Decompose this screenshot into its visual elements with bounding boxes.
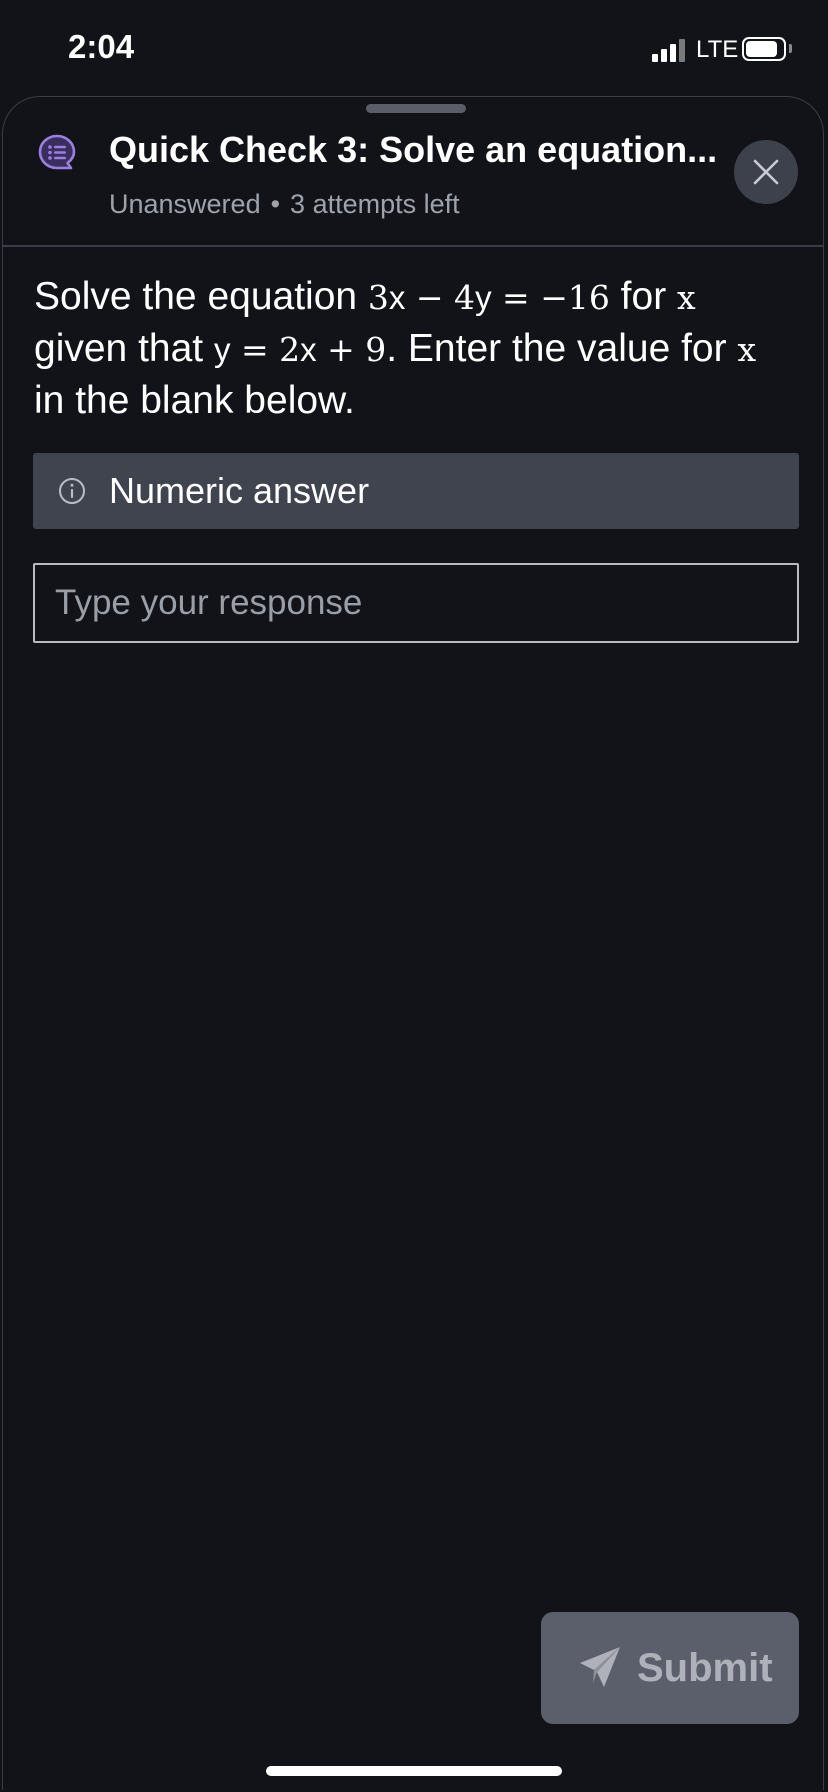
header-divider (3, 245, 823, 247)
equation-1-coef: 3 (367, 278, 389, 317)
equation-1-rest: = −16 (491, 278, 610, 317)
question-text-2: for (609, 275, 678, 318)
status-time: 2:04 (68, 28, 135, 65)
equation-1-op: − 4 (405, 278, 476, 317)
equation-2-var-y: y (213, 331, 231, 368)
submit-button[interactable]: Submit (541, 1612, 799, 1724)
question-text-1: Solve the equation (34, 275, 368, 318)
home-indicator[interactable] (266, 1766, 562, 1776)
equation-2: y = 2x + 9 (214, 330, 386, 369)
close-icon (753, 159, 779, 185)
quiz-status: Unanswered • 3 attempts left (109, 189, 460, 220)
equation-2-rest: + 9 (316, 330, 387, 369)
signal-icon (652, 38, 686, 62)
question-text: Solve the equation 3x − 4y = −16 for x g… (34, 271, 794, 426)
send-icon (580, 1647, 620, 1687)
info-icon (59, 478, 85, 504)
status-separator: • (270, 189, 281, 219)
answer-type-banner: Numeric answer (33, 453, 799, 529)
equation-1: 3x − 4y = −16 (368, 278, 610, 317)
chat-list-icon (38, 134, 76, 170)
quiz-title: Quick Check 3: Solve an equation... (109, 129, 718, 170)
status-bar: 2:04 LTE (0, 0, 828, 96)
submit-label: Submit (637, 1646, 773, 1690)
battery-level (746, 41, 777, 57)
answer-type-label: Numeric answer (109, 470, 370, 511)
close-button[interactable] (734, 140, 798, 204)
equation-2-var-x: x (300, 331, 317, 368)
battery-tip (789, 44, 792, 53)
question-text-4: . Enter the value for (386, 327, 738, 370)
question-text-3: given that (34, 327, 214, 370)
sheet-grabber[interactable] (366, 104, 466, 113)
equation-1-var-y: y (475, 279, 492, 316)
battery-icon (742, 37, 786, 61)
answer-status: Unanswered (109, 189, 261, 219)
equation-2-mid: = 2 (230, 330, 301, 369)
screen: 2:04 LTE Quick Check 3: Solve an equatio… (0, 0, 828, 1792)
network-label: LTE (696, 36, 739, 63)
question-text-5: in the blank below. (34, 379, 355, 422)
response-input[interactable] (33, 563, 799, 643)
variable-x-2: x (737, 330, 757, 369)
question-sheet: Quick Check 3: Solve an equation... Unan… (2, 96, 824, 1790)
attempts-left: 3 attempts left (290, 189, 460, 219)
variable-x: x (677, 278, 696, 317)
equation-1-var-x: x (388, 279, 406, 316)
